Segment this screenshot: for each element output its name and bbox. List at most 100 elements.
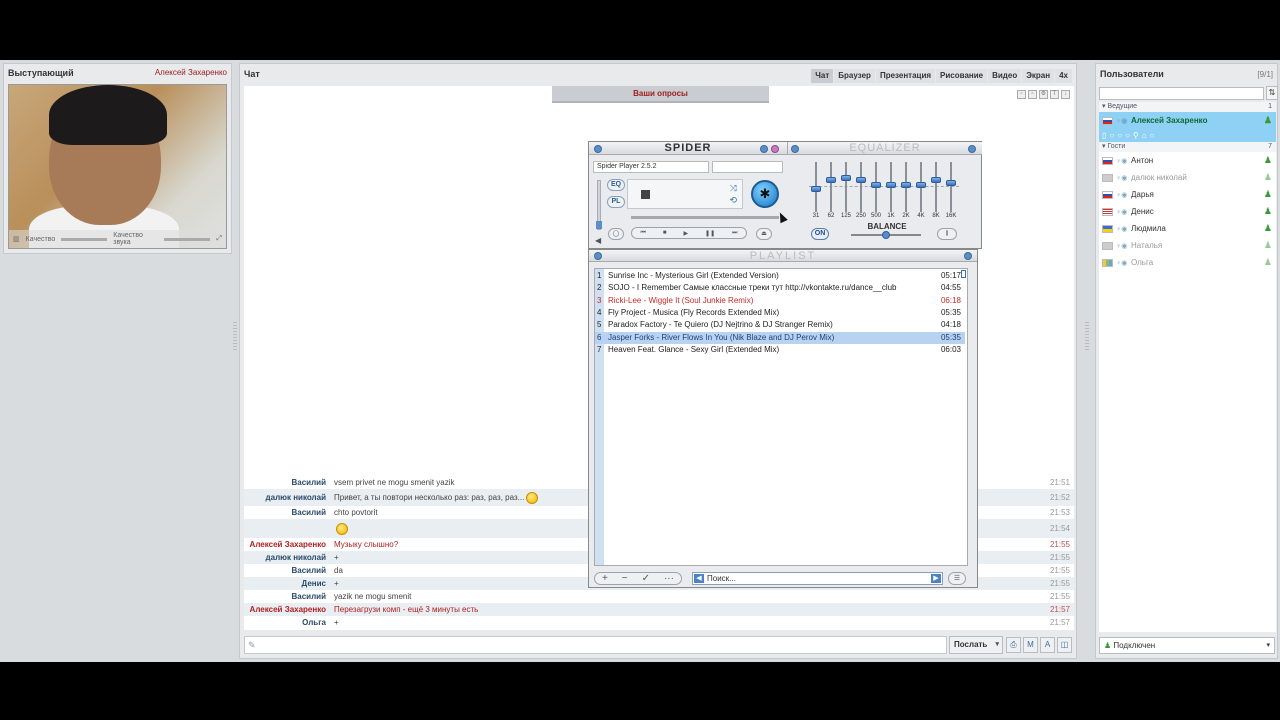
chat-input[interactable]: ✎ — [244, 636, 947, 654]
pause-icon[interactable]: ❚❚ — [705, 230, 715, 237]
repeat-icon[interactable]: ⟲ — [729, 195, 737, 206]
playlist-titlebar[interactable]: PLAYLIST — [589, 250, 977, 262]
message-author[interactable]: Алексей Захаренко — [244, 540, 334, 549]
select-icon[interactable]: ✓ — [642, 573, 650, 584]
minimize-icon[interactable] — [760, 145, 768, 153]
quality-slider[interactable] — [61, 237, 108, 241]
message-author[interactable]: Денис — [244, 579, 334, 588]
playlist-toggle-button[interactable]: PL — [607, 196, 625, 208]
message-author[interactable]: Василий — [244, 478, 334, 487]
playlist-track[interactable]: 4 Fly Project - Musica (Fly Records Exten… — [595, 307, 965, 319]
scrollbar-thumb[interactable] — [961, 270, 966, 278]
eq-band-knob[interactable] — [856, 177, 866, 184]
attach-file-icon[interactable]: ⎙ — [1006, 637, 1021, 653]
playlist-scrollbar[interactable] — [961, 270, 966, 564]
eq-band-knob[interactable] — [916, 181, 926, 188]
tab-5[interactable]: Экран — [1022, 69, 1055, 83]
eq-band-knob[interactable] — [946, 179, 956, 186]
playlist-search-input[interactable]: ◀ Поиск... ▶ — [692, 572, 943, 585]
user-search-input[interactable] — [1099, 87, 1264, 100]
remove-track-icon[interactable]: − — [622, 573, 628, 584]
eq-band-knob[interactable] — [811, 186, 821, 193]
text-format-icon[interactable]: A — [1040, 637, 1055, 653]
sound-quality-slider[interactable] — [164, 237, 211, 241]
tab-4[interactable]: Видео — [988, 69, 1022, 83]
user-row[interactable]: ♀◉ Наталья ♟ — [1099, 237, 1276, 254]
eq-on-button[interactable]: ON — [811, 228, 829, 240]
previous-icon[interactable]: ⏮ — [640, 230, 645, 237]
open-file-icon[interactable]: ◯ — [608, 228, 624, 240]
hosts-group-header[interactable]: ▾ Ведущие 1 — [1099, 102, 1276, 112]
playlist-track[interactable]: 2 SOJO - I Remember Самые классные треки … — [595, 282, 965, 294]
smiley-menu-icon[interactable]: M — [1023, 637, 1038, 653]
tab-3[interactable]: Рисование — [936, 69, 988, 83]
user-row[interactable]: ♀◉ далюк николай ♟ — [1099, 169, 1276, 186]
eq-toggle-button[interactable]: EQ — [607, 179, 625, 191]
message-author[interactable]: далюк николай — [244, 553, 334, 562]
sort-icon[interactable]: ⇅ — [1266, 86, 1278, 100]
right-splitter[interactable] — [1085, 322, 1089, 352]
playlist-track[interactable]: 7 Heaven Feat. Glance - Sexy Girl (Extend… — [595, 344, 965, 356]
message-author[interactable]: Алексей Захаренко — [244, 605, 334, 614]
eq-band-knob[interactable] — [886, 181, 896, 188]
eq-close-icon[interactable] — [968, 145, 976, 153]
player-titlebar[interactable]: SPIDER — [589, 142, 787, 155]
volume-knob[interactable] — [596, 221, 602, 229]
connection-status-select[interactable]: ♟ Подключен ▾ — [1099, 637, 1275, 654]
eq-band-track[interactable] — [830, 162, 832, 212]
shuffle-icon[interactable]: ⤨ — [730, 183, 737, 194]
search-back-icon[interactable]: ◀ — [694, 574, 704, 583]
quality-icon[interactable]: ▥ — [13, 235, 20, 243]
chat-window-icon[interactable]: ◫ — [1057, 637, 1072, 653]
tab-2[interactable]: Презентация — [875, 69, 936, 83]
playlist-menu-button[interactable]: ☰ — [948, 572, 966, 585]
chat-format-icon[interactable]: ▫ — [1028, 90, 1037, 99]
user-row[interactable]: ♀◉ Антон ♟ — [1099, 152, 1276, 169]
host-action-icons[interactable]: ▯○○○⚲⌂○ — [1102, 131, 1157, 140]
message-author[interactable]: Василий — [244, 592, 334, 601]
search-go-icon[interactable]: ▶ — [931, 574, 941, 583]
chat-font-size-icon[interactable]: T — [1050, 90, 1059, 99]
eq-band-knob[interactable] — [826, 177, 836, 184]
playlist-track[interactable]: 6 Jasper Forks - River Flows In You (Nik … — [595, 331, 965, 344]
tab-6[interactable]: 4x — [1055, 69, 1072, 83]
close-icon[interactable] — [771, 145, 779, 153]
balance-knob[interactable] — [882, 231, 890, 239]
eq-band-knob[interactable] — [871, 181, 881, 188]
eq-band-track[interactable] — [860, 162, 862, 212]
message-author[interactable]: Василий — [244, 566, 334, 575]
eq-band-track[interactable] — [950, 162, 952, 212]
add-track-icon[interactable]: + — [602, 573, 608, 584]
user-row-host[interactable]: ♀◉ Алексей Захаренко ♟ — [1099, 112, 1276, 129]
message-author[interactable]: Василий — [244, 508, 334, 517]
play-icon[interactable]: ▶ — [683, 230, 688, 237]
volume-slider[interactable] — [596, 180, 602, 230]
playlist-track[interactable]: 3 Ricki-Lee - Wiggle It (Soul Junkie Remi… — [595, 295, 965, 307]
playlist-menu-icon[interactable] — [594, 252, 602, 260]
send-dropdown-icon[interactable]: ▾ — [995, 637, 999, 653]
speaker-icon[interactable]: ◀ — [595, 236, 601, 245]
playlist-close-icon[interactable] — [964, 252, 972, 260]
eq-band-track[interactable] — [845, 162, 847, 212]
user-row[interactable]: ♀◉ Ольга ♟ — [1099, 254, 1276, 271]
eject-icon[interactable]: ⏏ — [756, 228, 772, 240]
stop-icon[interactable]: ■ — [663, 230, 667, 236]
polls-button[interactable]: Ваши опросы — [552, 86, 769, 103]
user-row[interactable]: ♀◉ Людмила ♟ — [1099, 220, 1276, 237]
chat-settings-icon[interactable]: ⚙ — [1039, 90, 1048, 99]
message-author[interactable]: далюк николай — [244, 493, 334, 502]
left-splitter[interactable] — [233, 322, 237, 352]
eq-band-knob[interactable] — [931, 177, 941, 184]
guests-group-header[interactable]: ▾ Гости 7 — [1099, 142, 1276, 152]
tab-1[interactable]: Браузер — [834, 69, 875, 83]
tab-0[interactable]: Чат — [811, 69, 834, 83]
eq-presets-icon[interactable]: ⫼ — [937, 228, 957, 240]
playlist-track[interactable]: 1 Sunrise Inc - Mysterious Girl (Extended… — [595, 270, 965, 282]
playlist-track[interactable]: 5 Paradox Factory - Te Quiero (DJ Nejtrin… — [595, 319, 965, 331]
eq-band-knob[interactable] — [841, 175, 851, 182]
user-row[interactable]: ♀◉ Дарья ♟ — [1099, 186, 1276, 203]
message-author[interactable]: Ольга — [244, 618, 334, 627]
chat-scroll-icon[interactable]: ↓ — [1061, 90, 1070, 99]
send-button[interactable]: Послать ▾ — [949, 636, 1003, 654]
eq-menu-icon[interactable] — [791, 145, 799, 153]
